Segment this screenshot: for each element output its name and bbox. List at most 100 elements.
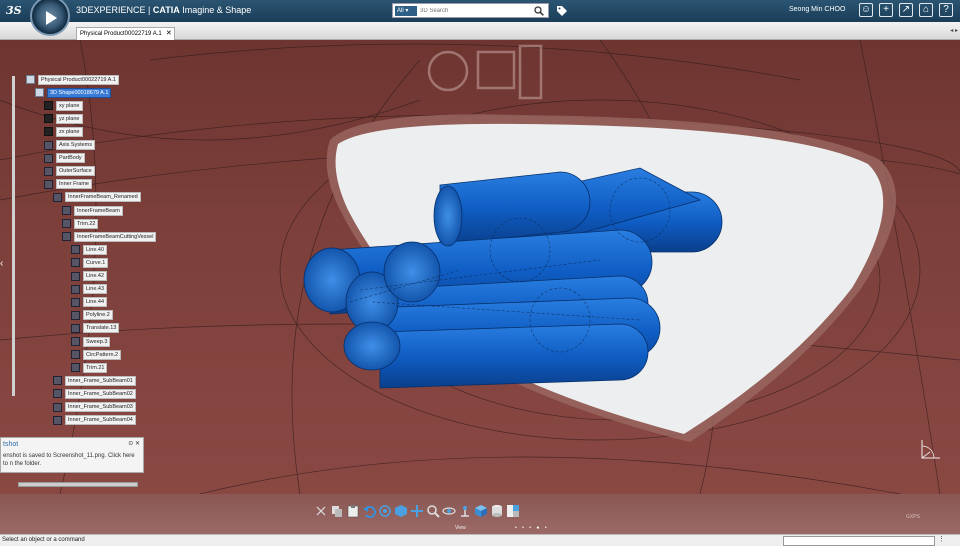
hide-show-icon[interactable] bbox=[506, 504, 520, 518]
tree-node[interactable]: Translate.13 bbox=[71, 323, 120, 334]
help-icon[interactable]: ? bbox=[939, 3, 953, 17]
notification-message[interactable]: enshot is saved to Screenshot_11.png. Cl… bbox=[3, 452, 141, 468]
look-at-icon[interactable] bbox=[458, 504, 472, 518]
tree-node[interactable]: xy plane bbox=[44, 100, 83, 111]
trim-icon bbox=[71, 363, 80, 373]
corner-label: GXPS bbox=[906, 514, 920, 520]
surface-icon bbox=[62, 206, 71, 215]
search-input[interactable] bbox=[420, 5, 525, 17]
brand-suffix: Imagine & Shape bbox=[179, 5, 252, 15]
normal-view-icon[interactable] bbox=[394, 504, 408, 518]
tree-node[interactable]: Curve.1 bbox=[71, 257, 109, 268]
tree-node[interactable]: Axis Systems bbox=[44, 140, 96, 151]
home-icon[interactable]: ⌂ bbox=[919, 3, 933, 17]
tree-node-label: Axis Systems bbox=[56, 140, 96, 150]
line-icon bbox=[71, 245, 80, 255]
axis-compass-icon[interactable] bbox=[918, 438, 942, 462]
undo-icon[interactable] bbox=[362, 504, 376, 518]
search-icon[interactable] bbox=[534, 6, 544, 16]
iso-view-icon[interactable] bbox=[474, 504, 488, 518]
share-icon[interactable]: ↗ bbox=[899, 3, 913, 17]
tree-node-label: Inner_Frame_SubBeam01 bbox=[65, 375, 136, 386]
cut-icon[interactable] bbox=[314, 504, 328, 518]
shading-icon[interactable] bbox=[490, 504, 504, 518]
brand-prefix: 3DEXPERIENCE | bbox=[76, 5, 153, 15]
tree-node[interactable]: Sweep.3 bbox=[71, 336, 111, 347]
tree-node[interactable]: CircPattern.2 bbox=[71, 349, 122, 360]
line-icon bbox=[71, 284, 80, 294]
tree-node[interactable]: Trim.21 bbox=[71, 362, 108, 373]
tree-node[interactable]: OuterSurface bbox=[44, 166, 95, 177]
tree-node[interactable]: Line.43 bbox=[71, 284, 108, 295]
tree-node[interactable]: zx plane bbox=[44, 126, 83, 137]
tree-node[interactable]: InnerFrameBeamCuttingVessel bbox=[62, 231, 157, 242]
part-icon bbox=[35, 88, 44, 98]
3d-viewport[interactable]: ‹ Physical Product00022719 A.1 3D Shape00… bbox=[0, 40, 960, 494]
tab-bar: Physical Product00022719 A.1 ✕ ◂ ▸ bbox=[0, 22, 960, 40]
line-icon bbox=[71, 271, 80, 281]
plane-icon bbox=[44, 114, 53, 124]
top-bar: 3S 3DEXPERIENCE | CATIA Imagine & Shape … bbox=[0, 0, 960, 36]
pattern-icon bbox=[71, 350, 80, 360]
action-bar-page-dots[interactable]: • • • ● • bbox=[515, 525, 549, 531]
tag-icon[interactable] bbox=[556, 5, 568, 17]
search-scope-dropdown[interactable]: All ▾ bbox=[395, 6, 417, 16]
tree-node-label: PartBody bbox=[56, 153, 85, 164]
tree-node-label: Inner Frame bbox=[56, 179, 92, 190]
tree-node[interactable]: Inner_Frame_SubBeam02 bbox=[53, 388, 136, 399]
power-input[interactable] bbox=[783, 536, 935, 546]
tree-node[interactable]: Physical Product00022719 A.1 bbox=[26, 74, 119, 85]
tree-node-label: Line.44 bbox=[83, 297, 108, 308]
geoset-icon bbox=[53, 389, 62, 399]
add-icon[interactable]: + bbox=[879, 3, 893, 17]
ds-logo: 3S bbox=[6, 4, 22, 17]
sweep-icon bbox=[71, 337, 80, 346]
fit-all-icon[interactable] bbox=[378, 504, 392, 518]
copy-icon[interactable] bbox=[330, 504, 344, 518]
plane-icon bbox=[44, 101, 53, 111]
tree-node[interactable]: PartBody bbox=[44, 153, 85, 164]
tree-node[interactable]: InnerFrameBeam_Renamed bbox=[53, 192, 141, 203]
view-toolbar bbox=[314, 498, 646, 524]
tree-node-label: 3D Shape00018679 A.1 bbox=[47, 87, 112, 98]
notification-title: tshot bbox=[3, 441, 19, 448]
tree-node[interactable]: Trim.22 bbox=[62, 218, 99, 229]
plane-icon bbox=[44, 127, 53, 137]
tab-label: Physical Product00022719 A.1 bbox=[80, 31, 162, 37]
notification-controls-icon[interactable]: ⊙ ✕ bbox=[128, 440, 140, 447]
tree-node-label: InnerFrameBeamCuttingVessel bbox=[74, 231, 157, 242]
profile-icon[interactable]: ☺ bbox=[859, 3, 873, 17]
tree-node[interactable]: Line.42 bbox=[71, 271, 108, 282]
rotate-icon[interactable] bbox=[442, 504, 456, 518]
polyline-icon bbox=[71, 310, 80, 320]
zoom-icon[interactable] bbox=[426, 504, 440, 518]
tree-node[interactable]: Inner_Frame_SubBeam04 bbox=[53, 415, 136, 426]
tree-node-label: OuterSurface bbox=[56, 166, 95, 177]
tree-horizontal-scrollbar[interactable] bbox=[18, 482, 138, 487]
tree-node[interactable]: Line.40 bbox=[71, 244, 108, 255]
tree-node[interactable]: yz plane bbox=[44, 113, 83, 124]
tree-node[interactable]: Inner_Frame_SubBeam01 bbox=[53, 375, 136, 386]
tree-node[interactable]: InnerFrameBeam bbox=[62, 205, 123, 216]
tree-node[interactable]: Polyline.2 bbox=[71, 310, 113, 321]
tree-scrollbar[interactable] bbox=[12, 76, 15, 396]
tab-nav-arrows-icon[interactable]: ◂ ▸ bbox=[950, 27, 958, 34]
app-title: 3DEXPERIENCE | CATIA Imagine & Shape bbox=[76, 5, 251, 15]
close-icon[interactable]: ✕ bbox=[166, 28, 172, 40]
tree-node-label: Line.40 bbox=[83, 244, 108, 255]
tab-physical-product[interactable]: Physical Product00022719 A.1 ✕ bbox=[76, 27, 175, 40]
tree-node[interactable]: Inner Frame bbox=[44, 179, 92, 190]
pan-icon[interactable] bbox=[410, 504, 424, 518]
tree-node[interactable]: Line.44 bbox=[71, 297, 108, 308]
paste-icon[interactable] bbox=[346, 504, 360, 518]
action-bar: View • • • ● • GXPS bbox=[0, 494, 960, 534]
tree-node[interactable]: 3D Shape00018679 A.1 bbox=[35, 87, 112, 98]
specification-tree: Physical Product00022719 A.1 3D Shape0001… bbox=[0, 72, 170, 492]
tree-node-label: Trim.22 bbox=[74, 218, 99, 229]
screenshot-notification[interactable]: tshot ⊙ ✕ enshot is saved to Screenshot_… bbox=[0, 437, 144, 473]
tree-node-label: Translate.13 bbox=[83, 323, 120, 334]
geoset-icon bbox=[53, 376, 62, 386]
power-input-menu-icon[interactable]: ⋮ bbox=[938, 536, 948, 546]
tree-node[interactable]: Inner_Frame_SubBeam03 bbox=[53, 402, 136, 413]
user-name[interactable]: Seong Min CHOO bbox=[789, 6, 845, 13]
